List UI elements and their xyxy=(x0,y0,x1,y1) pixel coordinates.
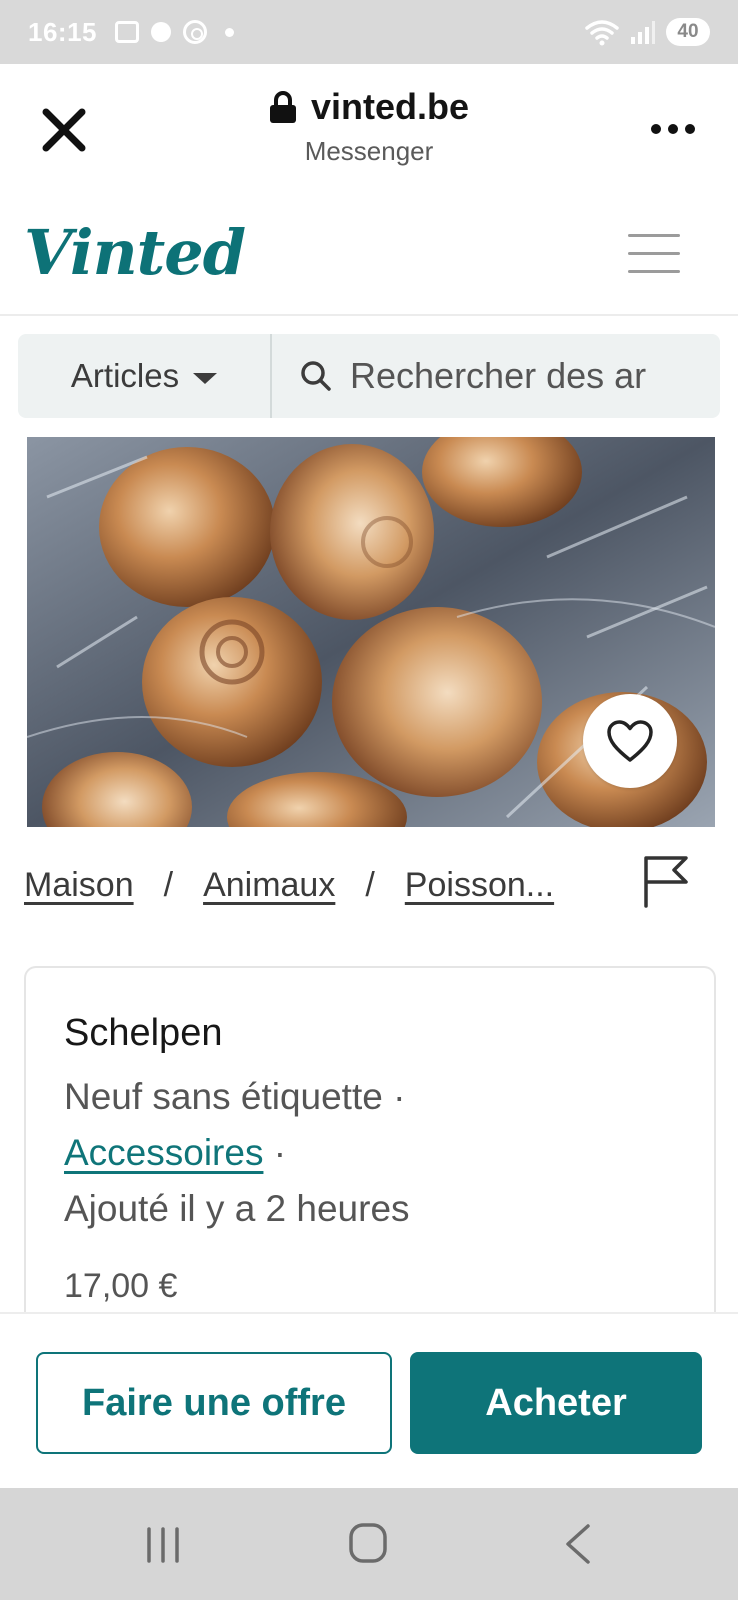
vinted-header: Vinted xyxy=(0,194,738,316)
url-block[interactable]: vinted.be Messenger xyxy=(0,86,738,167)
search-input[interactable] xyxy=(350,355,710,397)
recent-apps-icon[interactable] xyxy=(143,1526,183,1564)
back-icon[interactable] xyxy=(560,1522,596,1566)
wifi-icon xyxy=(585,20,619,46)
breadcrumb-item[interactable]: Animaux xyxy=(203,866,335,905)
url-subtitle: Messenger xyxy=(304,136,434,166)
url-line: vinted.be xyxy=(269,86,469,128)
item-category-link[interactable]: Accessoires xyxy=(64,1132,263,1173)
search-field[interactable] xyxy=(272,334,720,418)
flag-icon[interactable] xyxy=(640,852,692,908)
browser-header: vinted.be Messenger xyxy=(0,64,738,194)
status-time: 16:15 xyxy=(28,16,97,47)
menu-line xyxy=(628,252,680,255)
screenshot-icon xyxy=(115,21,139,43)
more-icon[interactable] xyxy=(648,114,698,144)
item-category-row: Accessoires · xyxy=(64,1125,676,1181)
breadcrumb-separator: / xyxy=(163,865,174,904)
breadcrumb-item[interactable]: Maison xyxy=(24,866,134,905)
make-offer-button[interactable]: Faire une offre xyxy=(36,1352,392,1454)
battery-icon: 40 xyxy=(666,18,710,46)
search-icon xyxy=(301,361,331,391)
item-condition: Neuf sans étiquette · xyxy=(64,1076,406,1117)
status-icons-left xyxy=(115,20,234,44)
dot-icon xyxy=(151,22,171,42)
caret-down-icon xyxy=(193,372,218,384)
cell-signal-icon xyxy=(631,21,655,44)
url-domain: vinted.be xyxy=(310,86,470,127)
status-icons-right: 40 xyxy=(584,18,710,46)
heart-icon xyxy=(607,720,653,762)
signal-ring-icon xyxy=(183,20,207,44)
home-icon[interactable] xyxy=(348,1522,388,1564)
search-bar: Articles xyxy=(18,334,720,418)
breadcrumb-item[interactable]: Poisson... xyxy=(405,866,554,905)
item-title: Schelpen xyxy=(64,1012,223,1054)
hamburger-menu-icon[interactable] xyxy=(628,234,680,274)
item-category-separator: · xyxy=(263,1132,287,1173)
status-bar: 16:15 40 xyxy=(0,0,738,64)
small-dot-icon xyxy=(225,27,234,37)
system-nav-bar xyxy=(0,1488,738,1600)
item-details-card: Schelpen Neuf sans étiquette · Accessoir… xyxy=(24,966,716,1346)
vinted-logo[interactable]: Vinted xyxy=(24,216,246,289)
favorite-button[interactable] xyxy=(583,694,677,788)
item-price: 17,00 € xyxy=(64,1267,178,1305)
item-added-time: Ajouté il y a 2 heures xyxy=(64,1188,410,1229)
category-dropdown[interactable]: Articles xyxy=(18,334,272,418)
buy-button[interactable]: Acheter xyxy=(410,1352,702,1454)
breadcrumb-separator: / xyxy=(365,865,375,904)
menu-line xyxy=(628,270,680,273)
category-label: Articles xyxy=(70,357,180,394)
breadcrumb: Maison / Animaux / Poisson... xyxy=(24,860,624,910)
action-bar: Faire une offre Acheter xyxy=(0,1312,738,1488)
page: 16:15 40 vinted.be Messenger Vinted Arti… xyxy=(0,0,738,1600)
menu-line xyxy=(628,234,680,237)
lock-icon xyxy=(269,91,296,123)
